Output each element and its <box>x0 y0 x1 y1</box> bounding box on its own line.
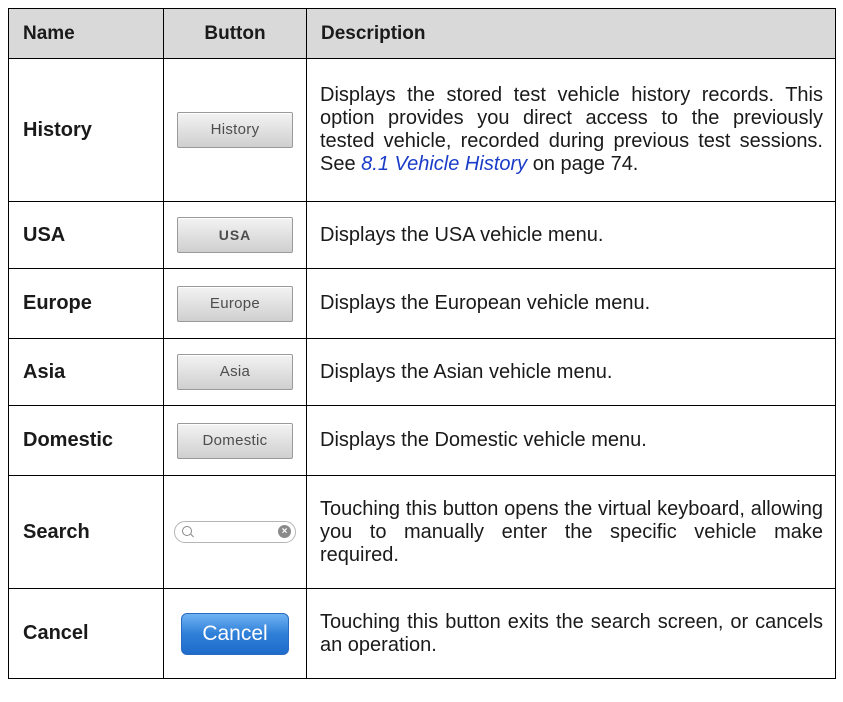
row-name: USA <box>8 201 164 269</box>
europe-button[interactable]: Europe <box>177 285 293 322</box>
history-button[interactable]: History <box>177 112 293 148</box>
domestic-button[interactable]: Domestic <box>177 422 293 459</box>
table-row: Asia Asia Displays the Asian vehicle men… <box>8 338 836 406</box>
row-description: Touching this button opens the virtual k… <box>306 475 836 589</box>
row-name: History <box>8 58 164 202</box>
document-page: Name Button Description History History … <box>0 0 843 702</box>
table-row: Domestic Domestic Displays the Domestic … <box>8 405 836 476</box>
description-text-tail: on page 74. <box>527 153 639 175</box>
clear-icon[interactable]: × <box>278 525 291 538</box>
vehicle-history-link[interactable]: 8.1 Vehicle History <box>361 153 527 175</box>
row-name: Search <box>8 475 164 589</box>
row-description: Displays the Asian vehicle menu. <box>306 338 836 406</box>
header-button: Button <box>163 8 307 59</box>
asia-button[interactable]: Asia <box>177 354 293 390</box>
row-name: Europe <box>8 268 164 339</box>
magnifier-icon <box>182 526 192 536</box>
row-description: Displays the Domestic vehicle menu. <box>306 405 836 476</box>
table-row: Search × Touching this button opens the … <box>8 475 836 589</box>
row-description: Touching this button exits the search sc… <box>306 588 836 679</box>
search-field-icon[interactable]: × <box>174 521 296 543</box>
row-name: Domestic <box>8 405 164 476</box>
row-description: Displays the USA vehicle menu. <box>306 201 836 269</box>
row-description: Displays the European vehicle menu. <box>306 268 836 339</box>
table-header-row: Name Button Description <box>8 8 836 59</box>
table-row: USA USA Displays the USA vehicle menu. <box>8 201 836 269</box>
row-name: Asia <box>8 338 164 406</box>
row-name: Cancel <box>8 588 164 679</box>
table-row: History History Displays the stored test… <box>8 58 836 202</box>
header-description: Description <box>306 8 836 59</box>
table-row: Cancel Cancel Touching this button exits… <box>8 588 836 679</box>
table-row: Europe Europe Displays the European vehi… <box>8 268 836 339</box>
cancel-button[interactable]: Cancel <box>181 612 289 655</box>
header-name: Name <box>8 8 164 59</box>
button-description-table: Name Button Description History History … <box>8 8 836 679</box>
usa-button[interactable]: USA <box>177 217 293 253</box>
row-description: Displays the stored test vehicle history… <box>306 58 836 202</box>
